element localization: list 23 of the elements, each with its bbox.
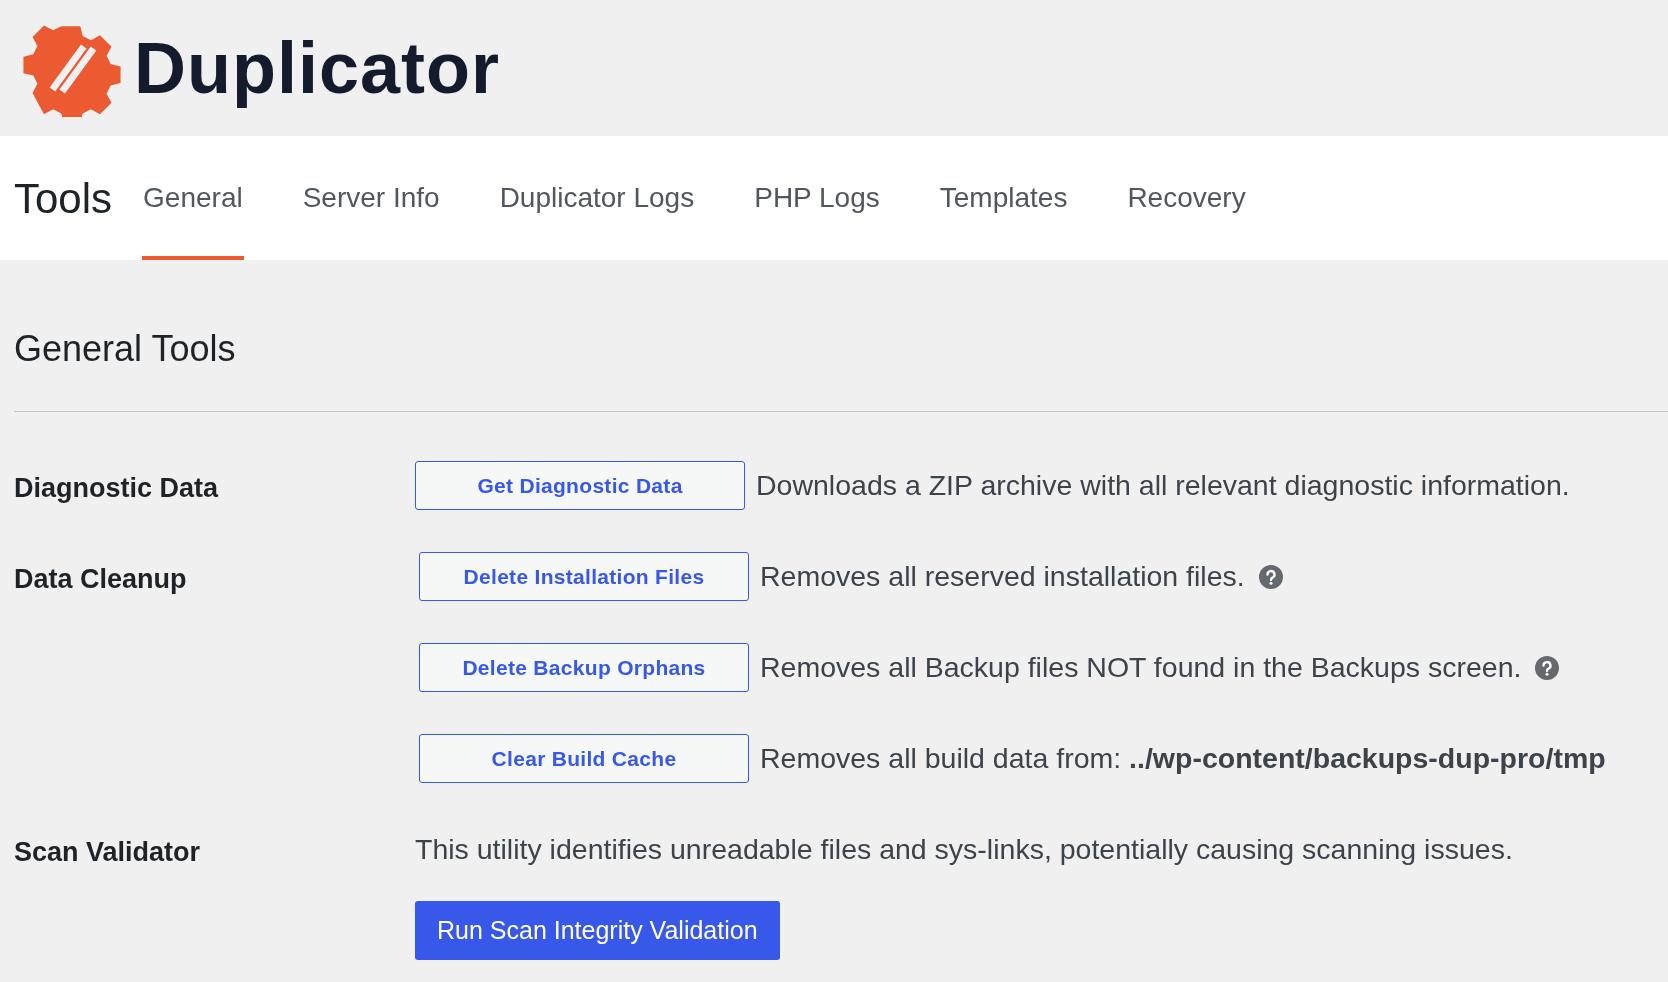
action-button[interactable]: Clear Build Cache [419,734,749,783]
action-button[interactable]: Delete Installation Files [419,552,749,601]
action-description: Downloads a ZIP archive with all relevant diagnostic information. [756,468,1570,504]
help-icon[interactable] [1535,655,1560,680]
action-button[interactable]: Delete Backup Orphans [419,643,749,692]
help-icon[interactable] [1258,564,1283,589]
row-label: Diagnostic Data [14,472,220,505]
row-label: Data Cleanup [14,563,188,596]
tab[interactable]: General [142,136,244,260]
action-description: Removes all Backup files NOT found in the Backups screen. [760,650,1522,686]
row-label: Scan Validator [14,836,202,869]
tab[interactable]: Templates [938,136,1069,260]
section-title: General Tools [14,327,237,371]
validator-description: This utility identifies unreadable files and sys-links, potentially causing scanning issues. [415,832,1513,867]
tab[interactable]: Recovery [1126,136,1247,260]
run-validation-button[interactable]: Run Scan Integrity Validation [415,900,780,960]
tab[interactable]: PHP Logs [753,136,881,260]
page-title: Tools [14,173,113,224]
tab[interactable]: Server Info [301,136,441,260]
tab[interactable]: Duplicator Logs [498,136,696,260]
action-description: Removes all reserved installation files. [760,559,1245,595]
action-description: Removes all build data from: ../wp-content/backups-dup-pro/tmp [760,741,1606,777]
action-button[interactable]: Get Diagnostic Data [415,461,745,510]
